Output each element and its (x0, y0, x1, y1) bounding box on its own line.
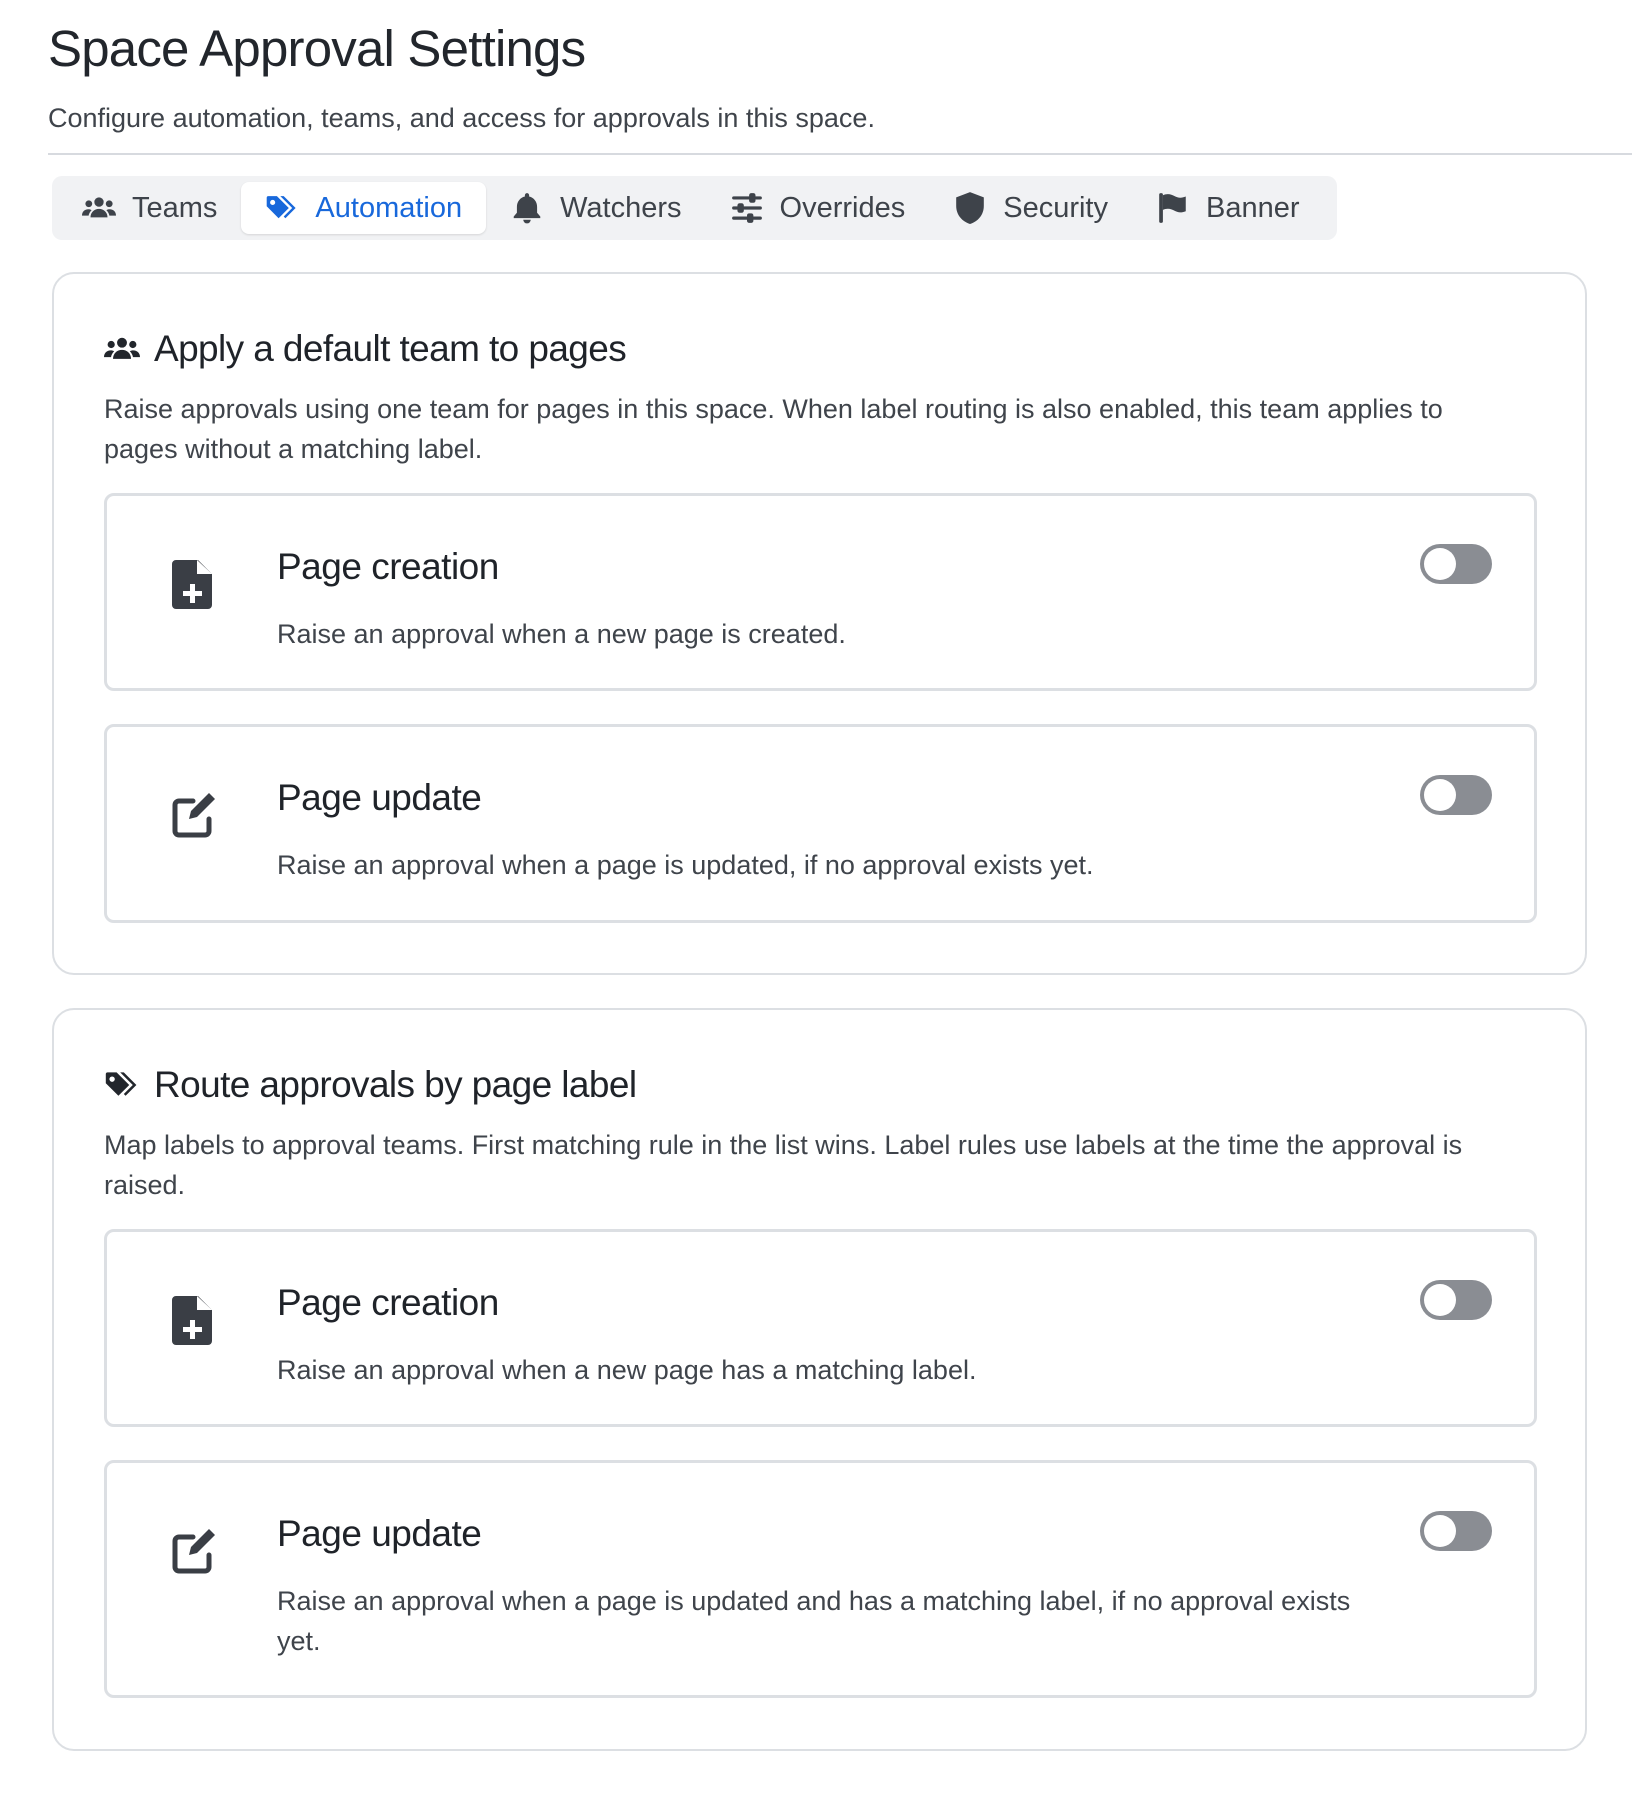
section-description: Raise approvals using one team for pages… (104, 394, 1443, 464)
file-plus-icon (171, 1294, 217, 1346)
page-creation-toggle[interactable] (1420, 544, 1492, 584)
tab-label: Security (1003, 191, 1108, 224)
section-header: Apply a default team to pages (104, 326, 627, 372)
settings-tabs: Teams Automation Watchers Overrides Secu… (52, 176, 1337, 240)
card-description: Raise an approval when a page is updated… (277, 850, 1094, 880)
tags-icon (265, 191, 299, 225)
tab-label: Teams (132, 191, 218, 224)
section-header: Route approvals by page label (104, 1062, 637, 1108)
card-title: Page creation (277, 1282, 499, 1323)
file-plus-icon (171, 558, 217, 610)
header-divider (48, 153, 1632, 155)
label-page-update-card: Page update Raise an approval when a pag… (104, 1460, 1537, 1698)
card-title: Page creation (277, 546, 499, 587)
toggle-knob (1424, 1515, 1456, 1547)
page-subtitle: Configure automation, teams, and access … (48, 103, 875, 133)
bell-icon (510, 191, 544, 225)
toggle-knob (1424, 1284, 1456, 1316)
tab-watchers[interactable]: Watchers (486, 182, 705, 234)
tab-label: Automation (315, 191, 463, 224)
users-icon (82, 191, 116, 225)
card-title: Page update (277, 1513, 482, 1554)
users-icon (104, 331, 140, 367)
toggle-knob (1424, 779, 1456, 811)
edit-icon (171, 789, 217, 841)
tab-teams[interactable]: Teams (58, 182, 241, 234)
section-title: Route approvals by page label (154, 1064, 637, 1105)
sliders-icon (730, 191, 764, 225)
tab-automation[interactable]: Automation (241, 182, 487, 234)
label-routing-section: Route approvals by page label Map labels… (52, 1008, 1587, 1751)
page-creation-card: Page creation Raise an approval when a n… (104, 493, 1537, 691)
section-description: Map labels to approval teams. First matc… (104, 1130, 1463, 1200)
section-title: Apply a default team to pages (154, 328, 627, 369)
default-team-section: Apply a default team to pages Raise appr… (52, 272, 1587, 975)
card-description: Raise an approval when a new page has a … (277, 1355, 977, 1385)
tab-overrides[interactable]: Overrides (706, 182, 930, 234)
tags-icon (104, 1067, 140, 1103)
card-description: Raise an approval when a new page is cre… (277, 619, 846, 649)
label-page-creation-card: Page creation Raise an approval when a n… (104, 1229, 1537, 1427)
card-title: Page update (277, 777, 482, 818)
flag-icon (1156, 191, 1190, 225)
tab-security[interactable]: Security (929, 182, 1132, 234)
page-title: Space Approval Settings (48, 20, 586, 77)
label-page-update-toggle[interactable] (1420, 1511, 1492, 1551)
tab-label: Watchers (560, 191, 682, 224)
page-update-card: Page update Raise an approval when a pag… (104, 724, 1537, 923)
page-update-toggle[interactable] (1420, 775, 1492, 815)
label-page-creation-toggle[interactable] (1420, 1280, 1492, 1320)
tab-banner[interactable]: Banner (1132, 182, 1324, 234)
edit-icon (171, 1525, 217, 1577)
tab-label: Banner (1206, 191, 1300, 224)
tab-label: Overrides (779, 191, 906, 224)
toggle-knob (1424, 548, 1456, 580)
shield-icon (953, 191, 987, 225)
card-description: Raise an approval when a page is updated… (277, 1586, 1351, 1656)
